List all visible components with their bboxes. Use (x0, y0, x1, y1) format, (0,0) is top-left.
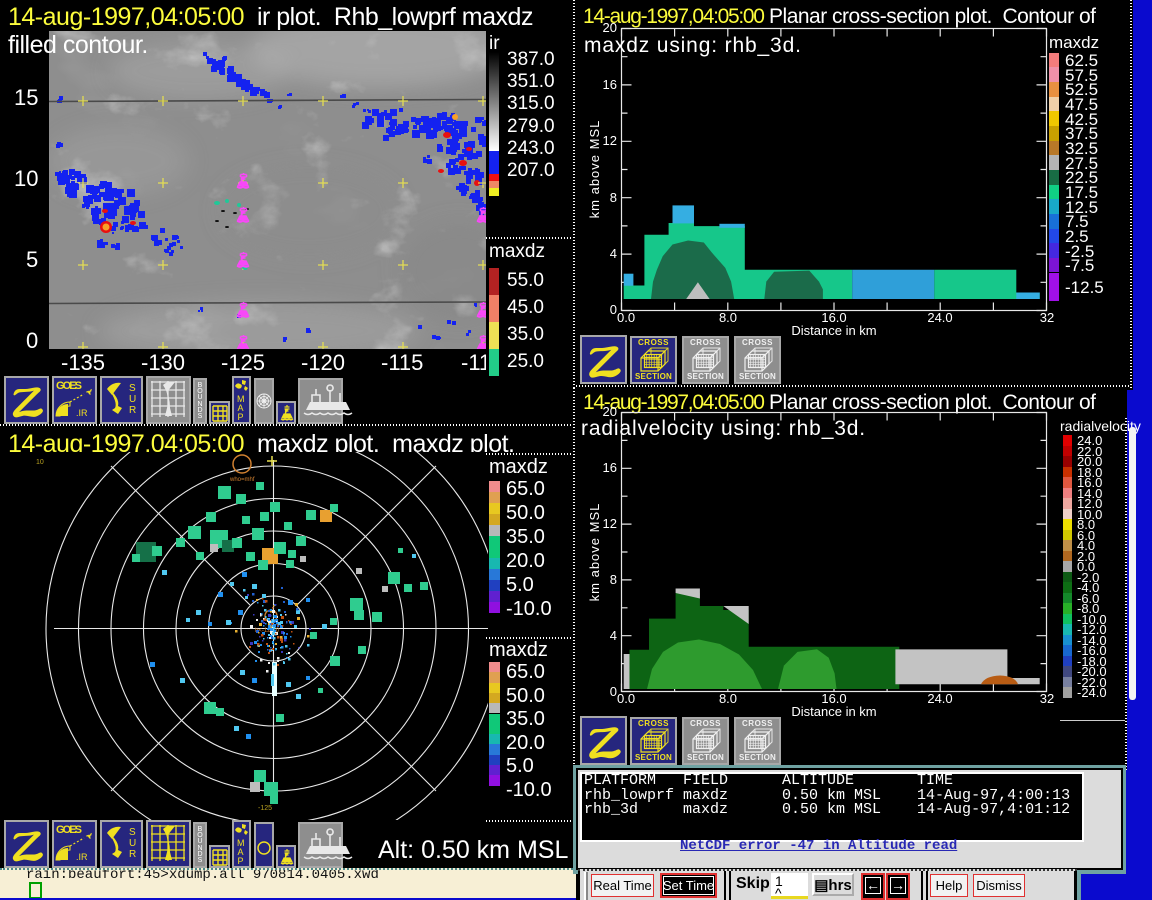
svg-text:who=mhf: who=mhf (229, 477, 255, 483)
svg-text:.IR: .IR (76, 408, 88, 418)
svg-text:U: U (129, 838, 136, 849)
svg-text:U: U (129, 394, 136, 405)
svg-text:GOES: GOES (56, 824, 82, 836)
svg-text:.IR: .IR (76, 852, 88, 862)
svg-text:P: P (238, 856, 244, 865)
svg-text:S: S (129, 827, 136, 838)
svg-text:10: 10 (36, 459, 44, 466)
svg-text:S: S (129, 383, 136, 394)
svg-text:GOES: GOES (56, 380, 82, 392)
svg-text:-125: -125 (258, 805, 272, 812)
svg-text:P: P (238, 412, 244, 421)
svg-text:R: R (129, 849, 136, 860)
svg-text:R: R (129, 405, 136, 416)
